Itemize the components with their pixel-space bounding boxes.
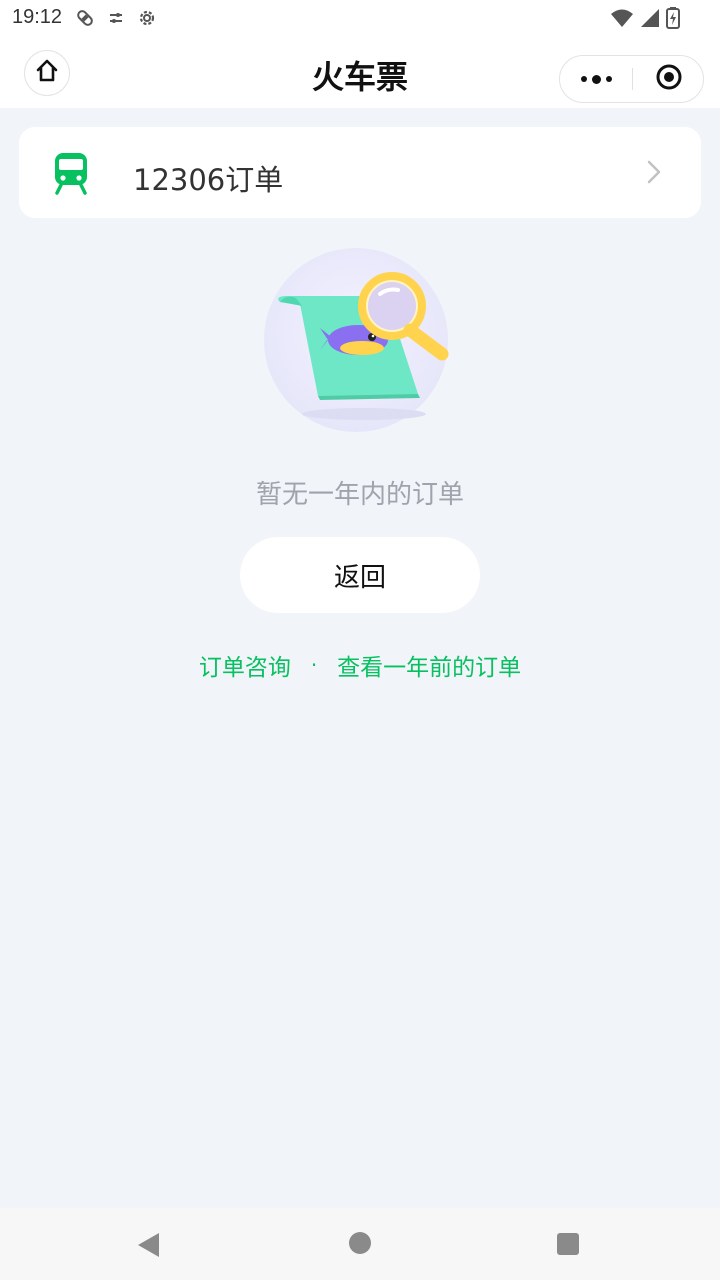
- train-icon: [53, 151, 89, 199]
- header-bar: 火车票: [0, 36, 720, 108]
- status-bar: 19:12: [0, 0, 720, 36]
- wifi-icon: [610, 8, 634, 32]
- back-triangle-icon[interactable]: [137, 1232, 161, 1262]
- signal-icon: [640, 8, 660, 32]
- system-nav-bar: [0, 1208, 720, 1280]
- order-consult-link[interactable]: 订单咨询: [199, 648, 291, 682]
- older-orders-link[interactable]: 查看一年前的订单: [337, 648, 521, 682]
- home-circle-icon[interactable]: [349, 1232, 371, 1254]
- battery-icon: [666, 7, 680, 33]
- gear-icon: [136, 7, 158, 33]
- recent-square-icon[interactable]: [557, 1233, 579, 1255]
- mini-program-capsule: [559, 55, 704, 103]
- link-separator: ·: [310, 653, 318, 677]
- more-button[interactable]: [560, 56, 632, 102]
- chevron-right-icon: [647, 160, 661, 188]
- order-entry-label: 12306订单: [133, 163, 284, 197]
- footer-links: 订单咨询 · 查看一年前的订单: [0, 648, 720, 682]
- empty-message: 暂无一年内的订单: [255, 480, 464, 510]
- order-entry-12306[interactable]: 12306订单: [19, 127, 701, 218]
- more-dots-icon: [580, 76, 587, 82]
- back-button[interactable]: 返回: [240, 537, 480, 613]
- close-button[interactable]: [633, 56, 705, 102]
- bandage-icon: [74, 7, 96, 33]
- empty-illustration: [258, 244, 462, 440]
- status-time: 19:12: [12, 6, 63, 28]
- target-icon: [655, 63, 683, 95]
- sliders-icon: [108, 10, 124, 30]
